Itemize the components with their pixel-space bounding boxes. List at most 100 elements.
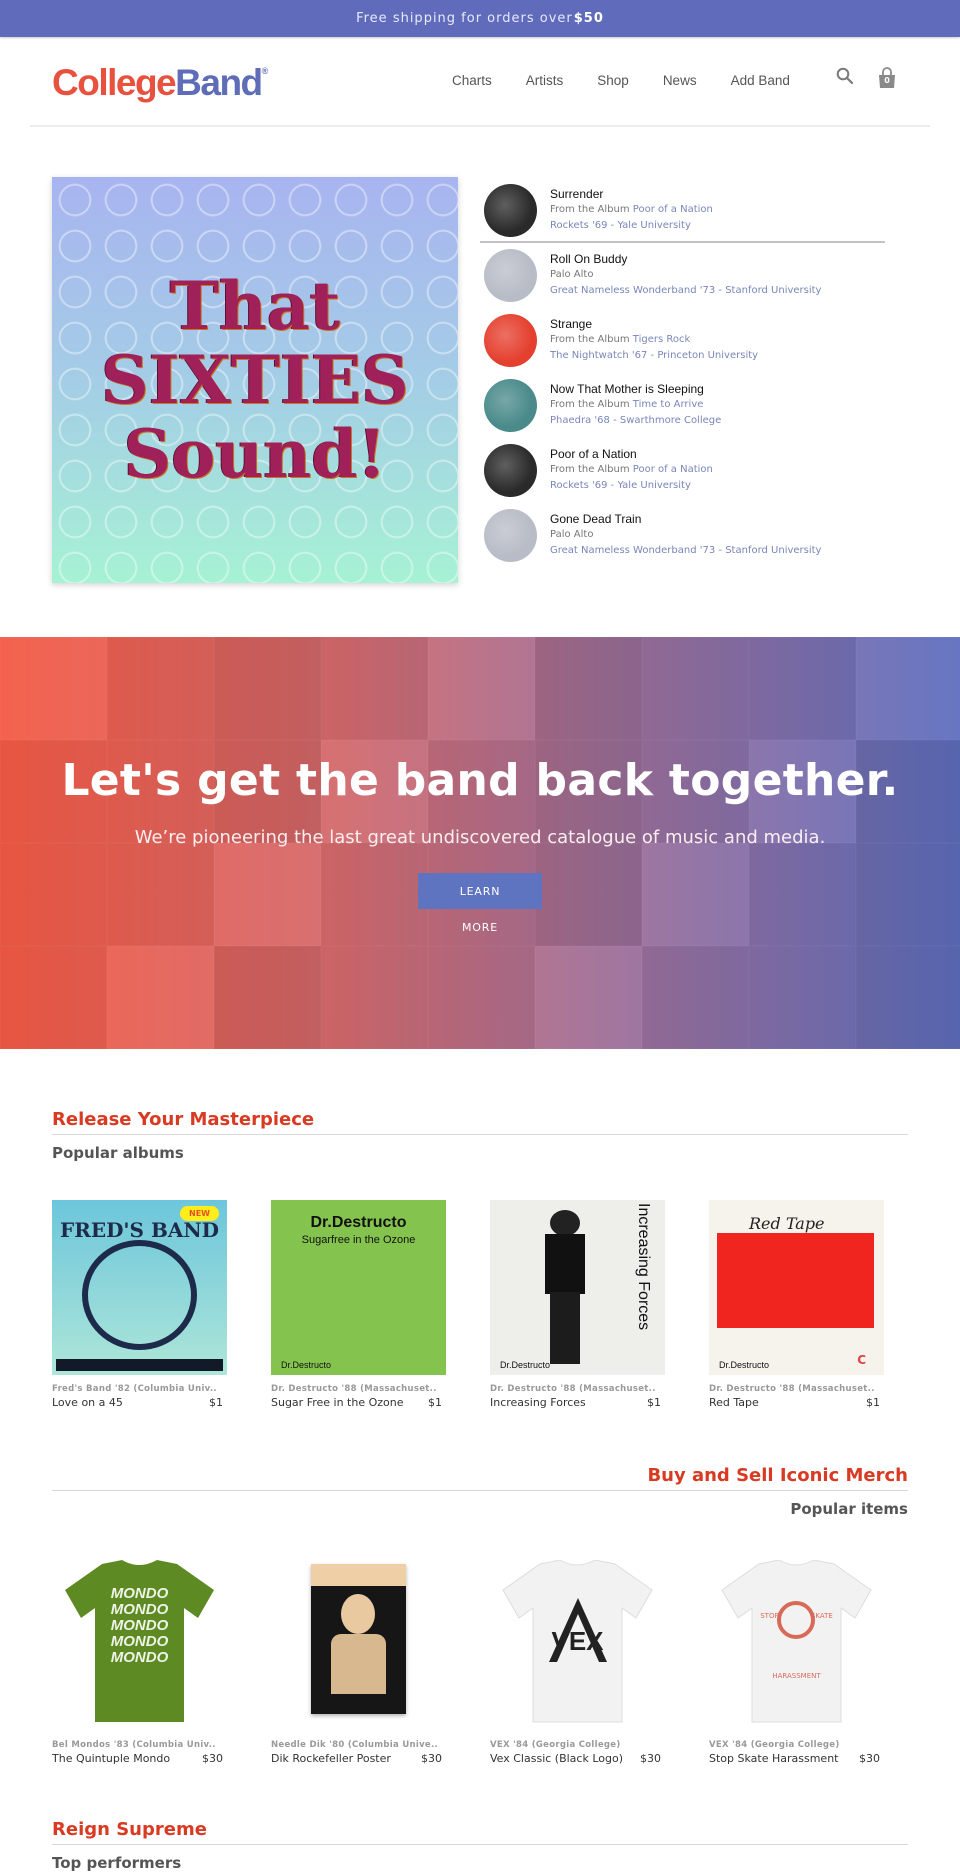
track-album-line: From the Album Tigers Rock	[550, 332, 885, 348]
merch-title[interactable]: Dik Rockefeller Poster	[271, 1752, 391, 1765]
album-tile	[428, 946, 535, 1049]
merch-card[interactable]: STOP SKATE HARASSMENT VEX '84 (Georgia C…	[709, 1556, 884, 1765]
album-title[interactable]: Increasing Forces	[490, 1396, 586, 1409]
album-cover[interactable]: Dr.Destructo Sugarfree in the Ozone Dr.D…	[271, 1200, 446, 1375]
merch-image[interactable]: VEX	[490, 1556, 665, 1731]
price: $30	[640, 1752, 661, 1765]
merch-image[interactable]	[271, 1556, 446, 1731]
artist-name[interactable]: VEX '84 (Georgia College)	[709, 1740, 884, 1750]
album-card[interactable]: Dr.Destructo Sugarfree in the Ozone Dr.D…	[271, 1200, 446, 1409]
title-line-1: That	[169, 267, 341, 345]
track-album-line: From the Album Poor of a Nation	[550, 202, 885, 218]
logo-part-band: Band	[175, 62, 263, 103]
track-album-line: From the Album Poor of a Nation	[550, 462, 885, 478]
track-item[interactable]: Gone Dead Train Palo Alto Great Nameless…	[480, 503, 885, 568]
merch-title[interactable]: Stop Skate Harassment	[709, 1752, 839, 1765]
cover-text: Increasing Forces	[635, 1203, 652, 1331]
nav-charts[interactable]: Charts	[452, 73, 492, 88]
shirt-print: MONDO	[110, 1585, 169, 1602]
album-thumbnail	[484, 249, 537, 302]
album-tile	[428, 637, 535, 740]
album-tile	[0, 637, 107, 740]
shopping-bag-icon[interactable]: 0	[878, 67, 896, 89]
band-link[interactable]: Phaedra '68 - Swarthmore College	[550, 413, 885, 429]
track-album-line: Palo Alto	[550, 527, 885, 543]
track-item[interactable]: Roll On Buddy Palo Alto Great Nameless W…	[480, 243, 885, 308]
album-tile	[321, 946, 428, 1049]
merch-grid: MONDO MONDO MONDO MONDO MONDO Bel Mondos '83…	[52, 1556, 908, 1765]
cover-text: Red Tape	[749, 1214, 825, 1233]
artist-name[interactable]: Needle Dik '80 (Columbia Unive..	[271, 1740, 446, 1750]
artist-name[interactable]: Fred's Band '82 (Columbia Univ..	[52, 1384, 227, 1394]
price: $1	[209, 1396, 223, 1409]
search-icon[interactable]	[836, 67, 854, 89]
album-tile	[107, 637, 214, 740]
learn-button[interactable]: LEARN	[418, 873, 542, 909]
album-link[interactable]: Time to Arrive	[633, 399, 704, 410]
album-title[interactable]: Love on a 45	[52, 1396, 123, 1409]
albums-section: Release Your Masterpiece Popular albums …	[52, 1109, 908, 1409]
collegeband-logo[interactable]: CollegeBand®	[52, 62, 268, 104]
album-cover[interactable]: Increasing Forces Dr.Destructo	[490, 1200, 665, 1375]
featured-playlist-image[interactable]: That SIXTIES Sound!	[52, 177, 458, 583]
album-link[interactable]: Poor of a Nation	[633, 464, 713, 475]
merch-card[interactable]: VEX VEX '84 (Georgia College) Vex Classi…	[490, 1556, 665, 1765]
merch-image[interactable]: STOP SKATE HARASSMENT	[709, 1556, 884, 1731]
merch-section: Buy and Sell Iconic Merch Popular items …	[52, 1465, 908, 1765]
album-link[interactable]: Tigers Rock	[633, 334, 691, 345]
band-link[interactable]: Rockets '69 - Yale University	[550, 478, 885, 494]
shirt-print: VEX	[551, 1626, 604, 1656]
band-link[interactable]: Great Nameless Wonderband '73 - Stanford…	[550, 543, 885, 559]
banner-headline: Let's get the band back together.	[61, 755, 899, 806]
price: $30	[859, 1752, 880, 1765]
featured-title: That SIXTIES Sound!	[101, 269, 409, 491]
nav-add-band[interactable]: Add Band	[731, 73, 790, 88]
album-thumbnail	[484, 509, 537, 562]
album-tile	[856, 946, 960, 1049]
cover-subtext: Sugarfree in the Ozone	[301, 1234, 416, 1246]
merch-card[interactable]: MONDO MONDO MONDO MONDO MONDO Bel Mondos '83…	[52, 1556, 227, 1765]
artist-name[interactable]: Dr. Destructo '88 (Massachuset..	[271, 1384, 446, 1394]
album-card[interactable]: Red Tape Dr.Destructo C Dr. Destructo '8…	[709, 1200, 884, 1409]
album-title[interactable]: Red Tape	[709, 1396, 759, 1409]
artist-name[interactable]: VEX '84 (Georgia College)	[490, 1740, 665, 1750]
nav-news[interactable]: News	[663, 73, 697, 88]
band-link[interactable]: The Nightwatch '67 - Princeton Universit…	[550, 348, 885, 364]
artist-name[interactable]: Dr. Destructo '88 (Massachuset..	[709, 1384, 884, 1394]
merch-image[interactable]: MONDO MONDO MONDO MONDO MONDO	[52, 1556, 227, 1731]
artist-name[interactable]: Bel Mondos '83 (Columbia Univ..	[52, 1740, 227, 1750]
shirt-print: STOP SKATE HARASSMENT	[760, 1612, 833, 1680]
track-album-line: Palo Alto	[550, 267, 885, 283]
merch-title[interactable]: The Quintuple Mondo	[52, 1752, 170, 1765]
album-card[interactable]: Increasing Forces Dr.Destructo Dr. Destr…	[490, 1200, 665, 1409]
album-card[interactable]: FRED'S BAND NEW Fred's Band '82 (Columbi…	[52, 1200, 227, 1409]
track-album-line: From the Album Time to Arrive	[550, 397, 885, 413]
nav-artists[interactable]: Artists	[526, 73, 564, 88]
hero-banner: Let's get the band back together. We’re …	[0, 637, 960, 1049]
album-tile	[535, 637, 642, 740]
album-cover[interactable]: FRED'S BAND NEW	[52, 1200, 227, 1375]
album-title[interactable]: Sugar Free in the Ozone	[271, 1396, 404, 1409]
track-item[interactable]: Now That Mother is Sleeping From the Alb…	[480, 373, 885, 438]
album-link[interactable]: Poor of a Nation	[633, 204, 713, 215]
section-subheading: Top performers	[52, 1854, 182, 1872]
band-link[interactable]: Rockets '69 - Yale University	[550, 218, 885, 234]
album-tile	[321, 637, 428, 740]
album-cover[interactable]: Red Tape Dr.Destructo C	[709, 1200, 884, 1375]
registered-mark: ®	[261, 66, 269, 76]
track-item[interactable]: Surrender From the Album Poor of a Natio…	[480, 178, 885, 243]
free-shipping-banner: Free shipping for orders over $50	[0, 0, 960, 37]
album-thumbnail	[484, 314, 537, 367]
merch-card[interactable]: Needle Dik '80 (Columbia Unive.. Dik Roc…	[271, 1556, 446, 1765]
nav-shop[interactable]: Shop	[597, 73, 629, 88]
artist-name[interactable]: Dr. Destructo '88 (Massachuset..	[490, 1384, 665, 1394]
merch-title[interactable]: Vex Classic (Black Logo)	[490, 1752, 623, 1765]
band-link[interactable]: Great Nameless Wonderband '73 - Stanford…	[550, 283, 885, 299]
more-link[interactable]: MORE	[0, 921, 960, 934]
site-header: CollegeBand® Charts Artists Shop News Ad…	[30, 37, 930, 127]
cover-text: FRED'S BAND	[60, 1218, 219, 1242]
track-list: Surrender From the Album Poor of a Natio…	[480, 178, 885, 568]
album-tile	[0, 946, 107, 1049]
track-item[interactable]: Strange From the Album Tigers Rock The N…	[480, 308, 885, 373]
track-item[interactable]: Poor of a Nation From the Album Poor of …	[480, 438, 885, 503]
